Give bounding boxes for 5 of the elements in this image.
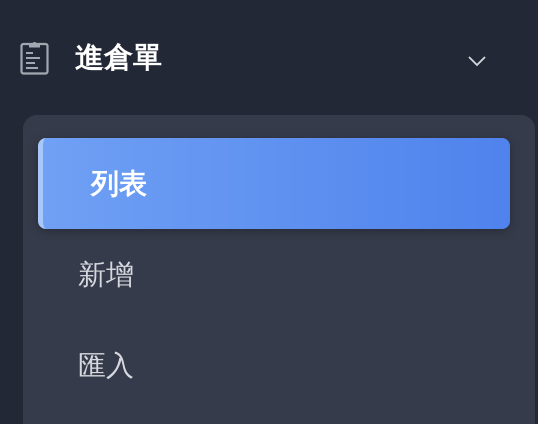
menu-title[interactable]: 進倉單 xyxy=(75,36,162,80)
menu-item[interactable]: 新增 xyxy=(38,229,510,320)
chevron-icon[interactable] xyxy=(468,56,486,67)
clipboard-icon xyxy=(20,40,49,75)
menu-item[interactable]: 匯入 xyxy=(38,320,510,411)
